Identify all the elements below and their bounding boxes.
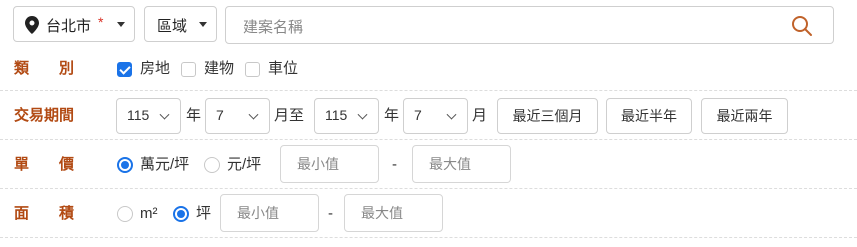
chevron-down-icon (446, 109, 457, 120)
city-select[interactable]: 台北市 * (13, 6, 135, 42)
period-label: 交易期間 (14, 107, 75, 124)
unit-price-radio-yuan-per-ping[interactable] (204, 157, 220, 173)
district-select[interactable]: 區域 (144, 6, 217, 42)
area-min-input[interactable]: 最小值 (220, 194, 319, 232)
city-label: 台北市 (46, 18, 92, 35)
search-icon[interactable] (791, 15, 813, 37)
year-unit: 年 (186, 107, 202, 124)
chevron-down-icon (199, 22, 207, 27)
search-input-placeholder: 建案名稱 (243, 19, 304, 36)
map-pin-icon (25, 16, 39, 34)
to-year-select[interactable]: 115 (314, 98, 379, 134)
row-divider (0, 139, 857, 140)
month-unit: 月 (472, 107, 488, 124)
area-label: 面 積 (14, 205, 75, 222)
row-divider (0, 237, 857, 238)
row-divider (0, 188, 857, 189)
from-year-value: 115 (127, 107, 150, 123)
last-three-months-button[interactable]: 最近三個月 (497, 98, 598, 134)
area-radio-ping[interactable] (173, 206, 189, 222)
row-divider (0, 90, 857, 91)
last-half-year-button[interactable]: 最近半年 (606, 98, 692, 134)
category-option-house-land: 房地 (140, 60, 171, 77)
required-mark: * (98, 14, 104, 30)
month-to-label: 月至 (274, 107, 305, 124)
search-box[interactable]: 建案名稱 (225, 6, 834, 44)
chevron-down-icon (357, 109, 368, 120)
chevron-down-icon (159, 109, 170, 120)
area-option-ping: 坪 (196, 205, 212, 222)
to-month-select[interactable]: 7 (403, 98, 468, 134)
chevron-down-icon (117, 22, 125, 27)
unit-price-radio-wan-per-ping[interactable] (117, 157, 133, 173)
category-option-building: 建物 (204, 60, 235, 77)
chevron-down-icon (248, 109, 259, 120)
to-month-value: 7 (414, 107, 422, 123)
category-checkbox-building[interactable] (181, 62, 196, 77)
year-unit: 年 (384, 107, 400, 124)
last-two-years-button[interactable]: 最近兩年 (701, 98, 788, 134)
range-dash: - (392, 156, 397, 173)
category-label: 類 別 (14, 60, 75, 77)
to-year-value: 115 (325, 107, 348, 123)
category-option-parking: 車位 (268, 60, 299, 77)
category-checkbox-parking[interactable] (245, 62, 260, 77)
area-max-input[interactable]: 最大值 (344, 194, 443, 232)
unit-price-option-yuan-per-ping: 元/坪 (227, 156, 262, 173)
unit-price-max-input[interactable]: 最大值 (412, 145, 511, 183)
range-dash: - (328, 205, 333, 222)
district-label: 區域 (157, 18, 188, 35)
unit-price-label: 單 價 (14, 156, 75, 173)
unit-price-option-wan-per-ping: 萬元/坪 (140, 156, 190, 173)
from-month-select[interactable]: 7 (205, 98, 270, 134)
from-month-value: 7 (216, 107, 224, 123)
area-option-square-meter: m² (140, 205, 158, 222)
from-year-select[interactable]: 115 (116, 98, 181, 134)
unit-price-min-input[interactable]: 最小值 (280, 145, 379, 183)
category-checkbox-house-land[interactable] (117, 62, 132, 77)
area-radio-square-meter[interactable] (117, 206, 133, 222)
